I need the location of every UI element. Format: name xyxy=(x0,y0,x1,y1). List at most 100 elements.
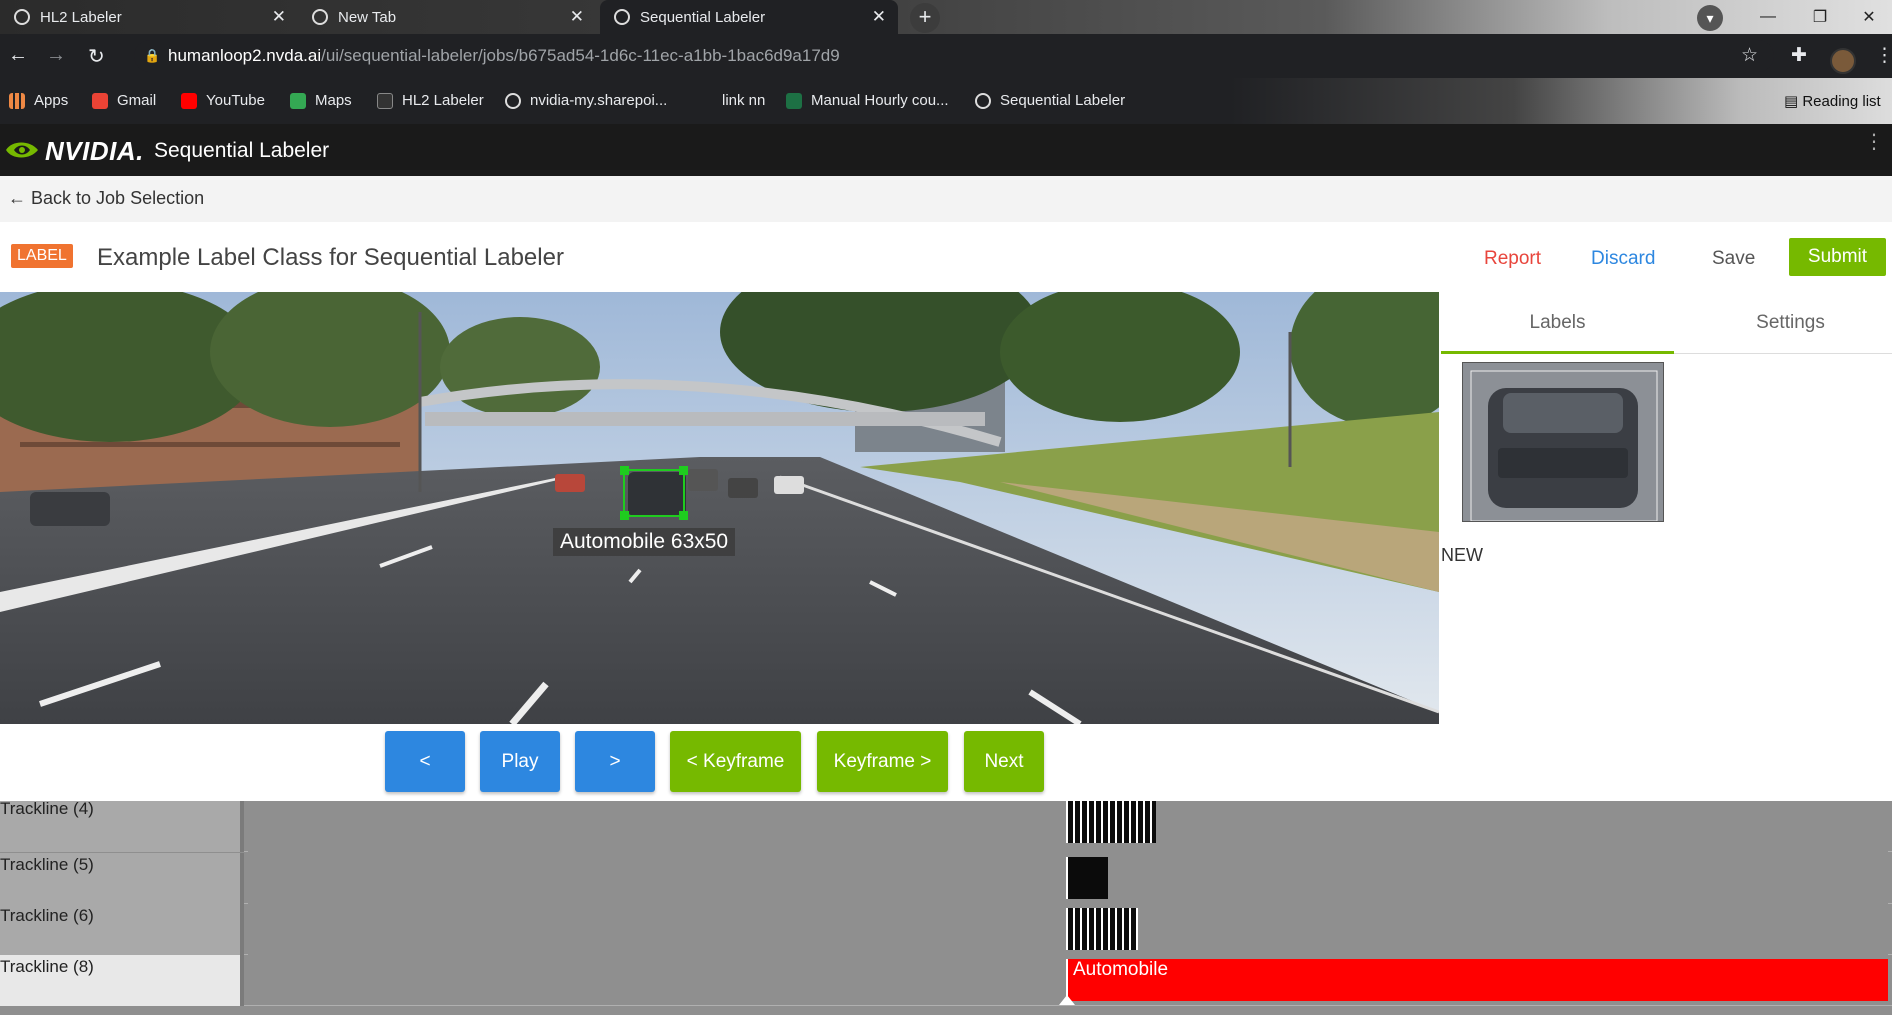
app-menu-icon[interactable]: ⋮ xyxy=(1864,132,1884,152)
globe-icon xyxy=(505,92,521,109)
label-badge: LABEL xyxy=(11,244,73,268)
nvidia-brand: NVIDIA. xyxy=(45,136,144,166)
keyframe-cluster[interactable] xyxy=(1066,801,1156,843)
bookmark-youtube[interactable]: YouTube xyxy=(181,92,265,109)
globe-icon xyxy=(614,9,630,25)
bookmark-link-nn[interactable]: link nn xyxy=(697,92,765,109)
track-row[interactable]: Trackline (5) xyxy=(0,853,1892,904)
nvidia-eye-logo-icon xyxy=(6,142,38,158)
track-lane[interactable] xyxy=(248,853,1888,904)
playback-controls: < Play > < Keyframe Keyframe > Next xyxy=(0,724,1892,801)
track-row[interactable]: Trackline (6) xyxy=(0,904,1892,955)
next-button[interactable]: Next xyxy=(964,731,1044,792)
reload-icon[interactable]: ↻ xyxy=(88,44,105,69)
car-crop-image xyxy=(1463,363,1663,521)
bookmark-label: Gmail xyxy=(117,92,157,109)
resize-handle[interactable] xyxy=(620,511,629,520)
browser-tab-sequential-labeler[interactable]: Sequential Labeler ✕ xyxy=(600,0,898,34)
reading-list-button[interactable]: ▤ Reading list xyxy=(1784,92,1881,110)
bookmark-maps[interactable]: Maps xyxy=(290,92,352,109)
bookmark-apps[interactable]: Apps xyxy=(9,92,68,109)
menu-dots-icon[interactable]: ⋮ xyxy=(1875,44,1892,67)
browser-tab-bar: HL2 Labeler ✕ New Tab ✕ Sequential Label… xyxy=(0,0,1892,34)
maps-icon xyxy=(290,92,306,109)
next-frame-button[interactable]: > xyxy=(575,731,655,792)
reading-list-icon: ▤ xyxy=(1784,93,1803,110)
track-name[interactable]: Trackline (5) xyxy=(0,853,244,904)
playhead-marker-icon[interactable] xyxy=(1059,995,1075,1005)
back-arrow-icon[interactable]: ← xyxy=(8,44,28,67)
back-arrow-icon: ← xyxy=(8,188,26,208)
save-button[interactable]: Save xyxy=(1712,248,1755,270)
minimize-icon[interactable]: — xyxy=(1745,0,1791,34)
restore-icon[interactable]: ❐ xyxy=(1797,0,1843,34)
bookmark-manual-hourly[interactable]: Manual Hourly cou... xyxy=(786,92,949,109)
blank-icon xyxy=(697,93,713,109)
profile-avatar[interactable] xyxy=(1830,48,1856,74)
extensions-puzzle-icon[interactable]: ✚ xyxy=(1791,44,1807,67)
gmail-icon xyxy=(92,92,108,109)
new-tab-plus-icon[interactable]: + xyxy=(910,3,940,33)
track-name[interactable]: Trackline (4) xyxy=(0,800,244,852)
bookmark-sharepoint[interactable]: nvidia-my.sharepoi... xyxy=(505,92,667,109)
url-field[interactable]: 🔒 humanloop2.nvda.ai/ui/sequential-label… xyxy=(134,40,1774,72)
label-thumbnail[interactable] xyxy=(1462,362,1664,522)
side-panel: Labels Settings NEW xyxy=(1439,292,1892,724)
report-button[interactable]: Report xyxy=(1484,248,1541,270)
previous-keyframe-button[interactable]: < Keyframe xyxy=(670,731,801,792)
reading-list-label: Reading list xyxy=(1802,93,1881,110)
back-row: ← Back to Job Selection xyxy=(0,176,1892,222)
window-close-icon[interactable]: ✕ xyxy=(1846,0,1892,34)
url-path: /ui/sequential-labeler/jobs/b675ad54-1d6… xyxy=(321,46,840,65)
bookmarks-bar: Apps Gmail YouTube Maps HL2 Labeler nvid… xyxy=(0,78,1892,124)
track-name[interactable]: Trackline (6) xyxy=(0,904,244,955)
tab-title: HL2 Labeler xyxy=(40,8,122,26)
forward-arrow-icon[interactable]: → xyxy=(46,44,66,67)
resize-handle[interactable] xyxy=(620,466,629,475)
tab-search-icon[interactable]: ▾ xyxy=(1697,5,1723,31)
track-row[interactable]: Trackline (4) xyxy=(0,800,1892,852)
track-name[interactable]: Trackline (8) xyxy=(0,955,244,1006)
tab-settings[interactable]: Settings xyxy=(1674,292,1892,354)
play-button[interactable]: Play xyxy=(480,731,560,792)
bounding-box-label: Automobile 63x50 xyxy=(553,528,736,556)
bookmark-sequential-labeler[interactable]: Sequential Labeler xyxy=(975,92,1125,109)
resize-handle[interactable] xyxy=(679,511,688,520)
discard-button[interactable]: Discard xyxy=(1591,248,1655,270)
star-icon[interactable]: ☆ xyxy=(1741,44,1758,67)
tab-title: New Tab xyxy=(338,8,397,26)
bookmark-label: Manual Hourly cou... xyxy=(811,92,949,109)
close-icon[interactable]: ✕ xyxy=(570,7,584,27)
close-icon[interactable]: ✕ xyxy=(272,7,286,27)
next-keyframe-button[interactable]: Keyframe > xyxy=(817,731,948,792)
bookmark-label: Maps xyxy=(315,92,352,109)
tab-labels[interactable]: Labels xyxy=(1441,292,1674,354)
nvidia-icon xyxy=(14,9,30,25)
globe-icon xyxy=(312,9,328,25)
resize-handle[interactable] xyxy=(679,466,688,475)
previous-frame-button[interactable]: < xyxy=(385,731,465,792)
globe-icon xyxy=(975,92,991,109)
bounding-box[interactable] xyxy=(620,466,688,520)
bookmark-hl2-labeler[interactable]: HL2 Labeler xyxy=(377,92,484,109)
keyframe-cluster[interactable] xyxy=(1066,857,1108,899)
browser-tab-hl2-labeler[interactable]: HL2 Labeler ✕ xyxy=(0,0,298,34)
address-bar-row: ← → ↻ 🔒 humanloop2.nvda.ai/ui/sequential… xyxy=(0,34,1892,78)
track-lane[interactable] xyxy=(248,801,1888,852)
label-status: NEW xyxy=(1441,545,1483,565)
bookmark-label: Sequential Labeler xyxy=(1000,92,1126,109)
video-frame-canvas[interactable]: Automobile 63x50 xyxy=(0,292,1439,724)
bookmark-gmail[interactable]: Gmail xyxy=(92,92,156,109)
track-lane[interactable] xyxy=(248,904,1888,955)
track-row-selected[interactable]: Trackline (8) Automobile xyxy=(0,955,1892,1006)
track-segment-automobile[interactable]: Automobile xyxy=(1066,959,1888,1001)
youtube-icon xyxy=(181,92,197,109)
submit-button[interactable]: Submit xyxy=(1789,238,1886,276)
street-scene-image xyxy=(0,292,1439,724)
browser-tab-new-tab[interactable]: New Tab ✕ xyxy=(298,0,596,34)
app-title: Sequential Labeler xyxy=(154,139,330,162)
nvidia-icon xyxy=(377,92,393,109)
keyframe-cluster[interactable] xyxy=(1066,908,1138,950)
back-to-job-selection-link[interactable]: ← Back to Job Selection xyxy=(8,188,204,209)
close-icon[interactable]: ✕ xyxy=(872,7,886,27)
